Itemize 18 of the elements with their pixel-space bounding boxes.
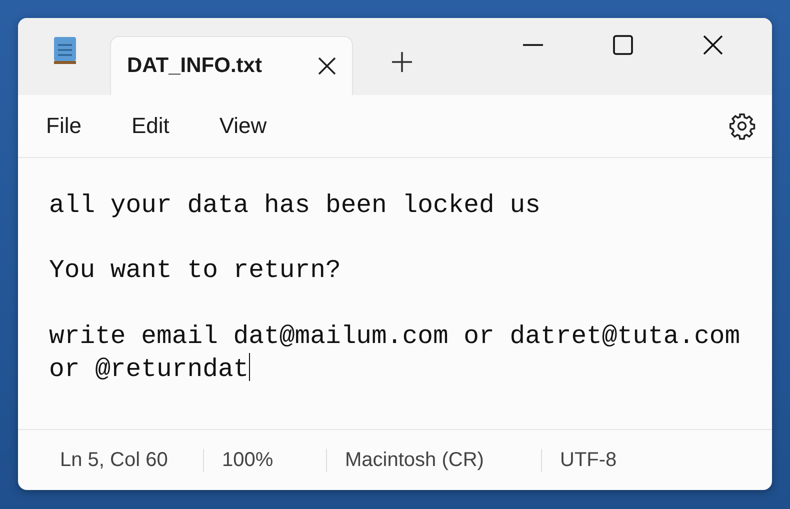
tab-title: DAT_INFO.txt [127, 54, 263, 78]
menu-item[interactable]: Edit [131, 113, 170, 139]
plus-icon[interactable] [391, 51, 413, 73]
menu-item[interactable]: File [46, 113, 82, 139]
status-item: Ln 5, Col 60 [60, 448, 169, 472]
text-line: You want to return? [49, 256, 341, 286]
status-item: Macintosh (CR) [326, 448, 541, 472]
status-item: UTF-8 [541, 448, 661, 472]
status-item: 100% [203, 448, 326, 472]
menu-item[interactable]: View [219, 113, 267, 139]
close-icon[interactable] [318, 57, 336, 75]
text-line: write email dat@mailum.com or datret@tuta.com [49, 322, 740, 351]
text-line: all your data has been locked us [49, 191, 540, 220]
file-tab[interactable]: DAT_INFO.txt [110, 36, 353, 95]
text-line: or @returndat [49, 355, 249, 384]
notepad-icon [52, 35, 78, 65]
text-cursor [248, 353, 250, 382]
settings-icon[interactable] [728, 112, 756, 140]
